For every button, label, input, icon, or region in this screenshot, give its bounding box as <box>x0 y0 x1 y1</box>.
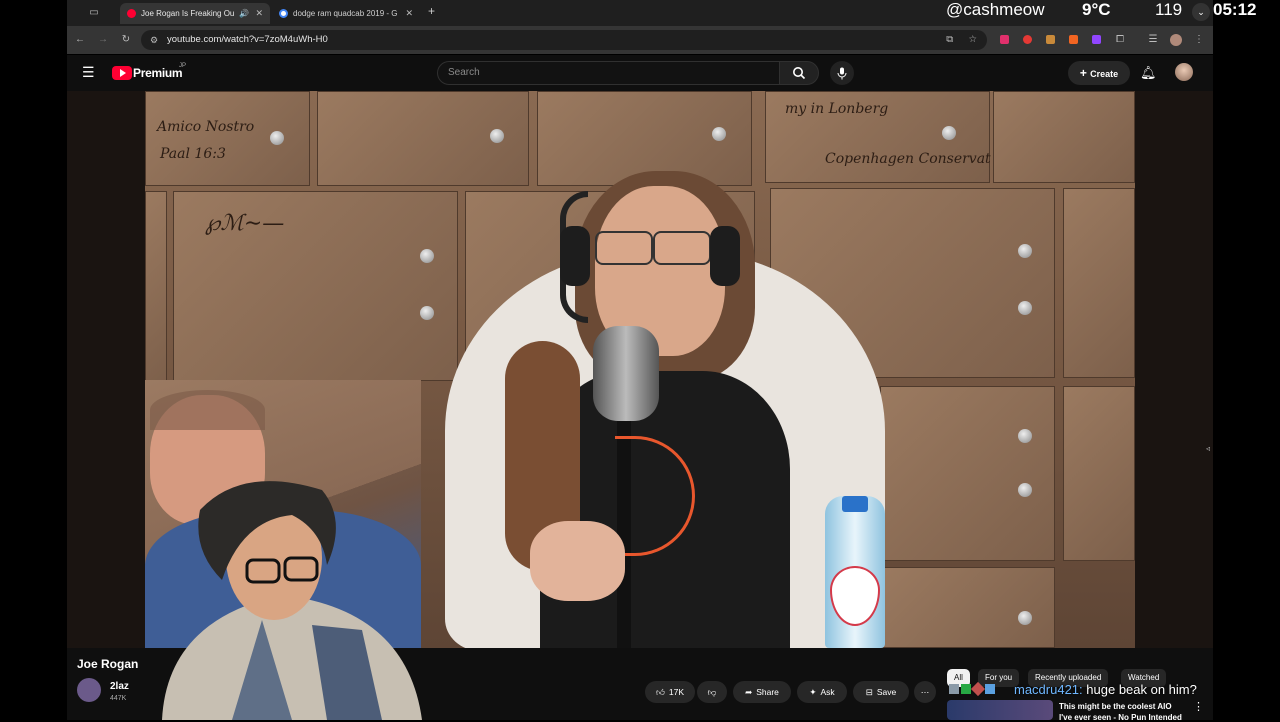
audio-icon[interactable]: 🔊 <box>239 9 249 18</box>
recommended-thumbnail[interactable] <box>947 700 1053 720</box>
chevron-down-icon[interactable]: ⌄ <box>1192 3 1210 21</box>
save-button[interactable]: ⊟ Save <box>853 681 909 703</box>
tab-search-icon[interactable]: ▭ <box>87 0 101 26</box>
close-tab-icon[interactable]: ✕ <box>255 8 263 19</box>
extension-icon[interactable] <box>1092 35 1101 44</box>
google-favicon <box>279 9 288 18</box>
overlay-temperature: 9°C <box>1082 0 1111 19</box>
create-button[interactable]: + Create <box>1068 61 1130 85</box>
recommended-title-line2[interactable]: I've ever seen - No Pun Intended <box>1059 713 1182 722</box>
address-bar[interactable]: ⚙ youtube.com/watch?v=7zoM4uWh-H0 ⧉ ☆ <box>141 30 987 50</box>
chat-text: huge beak on him? <box>1086 682 1197 697</box>
microphone-icon <box>837 67 847 79</box>
url-text: youtube.com/watch?v=7zoM4uWh-H0 <box>167 34 328 45</box>
chat-username: macdru421: <box>1014 682 1083 697</box>
like-count: 17K <box>668 687 684 697</box>
thumbs-up-icon: 👍︎ <box>655 687 665 697</box>
voice-search-button[interactable] <box>830 61 854 85</box>
extension-icon[interactable] <box>1023 35 1032 44</box>
overlay-handle: @cashmeow <box>946 0 1045 19</box>
overlay-time: 05:12 <box>1213 0 1257 19</box>
profile-avatar[interactable] <box>1170 34 1182 46</box>
tab-google[interactable]: dodge ram quadcab 2019 - G ✕ <box>272 3 420 24</box>
extension-icon[interactable] <box>1069 35 1078 44</box>
reload-icon[interactable]: ↻ <box>119 26 133 54</box>
more-horizontal-icon: ⋯ <box>920 687 930 697</box>
sparkle-icon: ✦ <box>809 687 817 697</box>
share-arrow-icon: ➦ <box>745 687 753 697</box>
site-info-icon[interactable]: ⚙ <box>150 30 158 50</box>
youtube-logo-text[interactable]: Premium <box>133 66 183 80</box>
youtube-favicon <box>127 9 136 18</box>
bookmark-star-icon[interactable]: ☆ <box>968 30 977 50</box>
tier-badge-icon <box>985 684 995 694</box>
channel-avatar[interactable] <box>77 678 101 702</box>
forward-icon[interactable]: → <box>96 26 110 54</box>
hamburger-menu-icon[interactable]: ☰ <box>82 64 95 81</box>
share-label: Share <box>756 687 779 697</box>
badge-icon <box>949 684 959 694</box>
bookmark-icon: ⊟ <box>865 687 873 697</box>
streamer-webcam <box>162 481 422 720</box>
search-placeholder: Search <box>448 67 480 78</box>
plus-icon: + <box>1079 66 1091 80</box>
check-badge-icon <box>961 684 971 694</box>
create-label: Create <box>1090 69 1119 79</box>
tab-title: dodge ram quadcab 2019 - G <box>293 9 398 18</box>
dislike-button[interactable]: 👎︎ <box>697 681 727 703</box>
chat-message: macdru421: huge beak on him? <box>1014 682 1197 697</box>
search-input[interactable]: Search <box>437 61 779 85</box>
extension-icon[interactable] <box>1000 35 1009 44</box>
chat-badges <box>949 681 995 697</box>
search-button[interactable] <box>779 61 819 85</box>
ask-label: Ask <box>820 687 835 697</box>
like-button[interactable]: 👍︎ 17K <box>645 681 695 703</box>
notifications-bell-icon[interactable]: 🔔︎ <box>1140 65 1157 81</box>
save-label: Save <box>876 687 897 697</box>
recommended-title-line1[interactable]: This might be the coolest AIO <box>1059 702 1172 711</box>
scroll-indicator-icon: ◃ <box>1206 444 1211 453</box>
thumbs-down-icon: 👎︎ <box>707 687 717 697</box>
new-tab-button[interactable]: + <box>428 4 435 18</box>
overlay-count: 119 <box>1155 0 1183 19</box>
extension-icon[interactable] <box>1046 35 1055 44</box>
sword-badge-icon <box>970 681 986 697</box>
tab-title: Joe Rogan Is Freaking Ou <box>141 9 235 18</box>
cast-icon[interactable]: ⧉ <box>946 30 953 50</box>
more-vertical-icon[interactable]: ⋮ <box>1193 700 1204 713</box>
reading-list-icon[interactable]: ☰ <box>1146 26 1160 54</box>
back-icon[interactable]: ← <box>73 26 87 54</box>
search-icon <box>793 67 806 80</box>
account-avatar[interactable] <box>1175 63 1193 81</box>
youtube-logo-icon[interactable] <box>112 66 132 80</box>
region-label: JP <box>179 63 187 69</box>
close-tab-icon[interactable]: ✕ <box>405 8 413 19</box>
extensions-puzzle-icon[interactable]: ⧠ <box>1113 26 1127 54</box>
tab-youtube[interactable]: Joe Rogan Is Freaking Ou 🔊 ✕ <box>120 3 270 24</box>
share-button[interactable]: ➦ Share <box>733 681 791 703</box>
ask-button[interactable]: ✦ Ask <box>797 681 847 703</box>
browser-menu-icon[interactable]: ⋮ <box>1192 26 1206 54</box>
more-actions-button[interactable]: ⋯ <box>914 681 936 703</box>
